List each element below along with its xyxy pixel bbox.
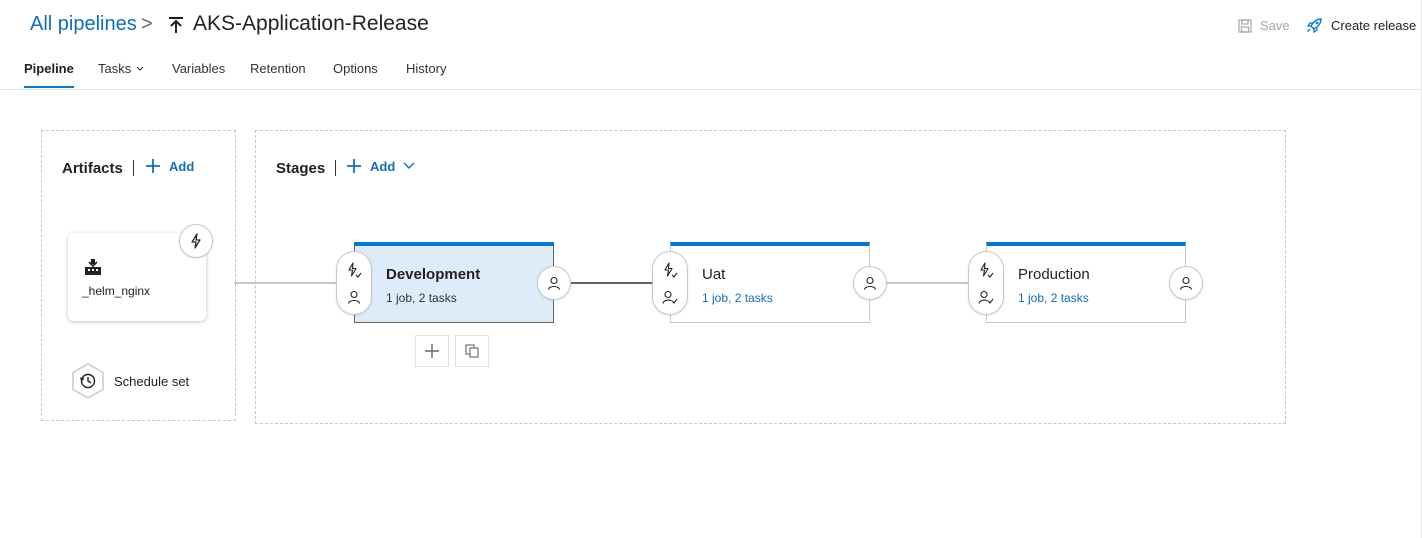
add-stage-after-button[interactable] <box>415 335 449 367</box>
lightning-person-icon <box>348 262 362 278</box>
build-icon <box>85 259 101 275</box>
stage-summary[interactable]: 1 job, 2 tasks <box>702 291 773 305</box>
stages-title: Stages <box>276 160 326 177</box>
create-release-button[interactable]: Create release <box>1306 17 1416 34</box>
stage-summary[interactable]: 1 job, 2 tasks <box>386 291 457 305</box>
pre-deployment-conditions <box>969 252 1003 314</box>
schedule-icon[interactable] <box>70 363 106 399</box>
pre-deployment-conditions <box>337 252 371 314</box>
breadcrumb-separator: > <box>141 13 153 35</box>
plus-icon <box>146 159 160 173</box>
page-title: AKS-Application-Release <box>193 12 429 35</box>
tab-tasks-label: Tasks <box>98 61 132 76</box>
pre-deployment-approvals-button[interactable] <box>347 290 361 304</box>
save-icon <box>1238 18 1252 33</box>
stage-name: Production <box>1018 266 1090 283</box>
tab-history[interactable]: History <box>406 61 446 76</box>
person-icon <box>863 276 877 290</box>
plus-icon <box>425 344 439 358</box>
rocket-icon <box>1306 18 1322 34</box>
stage-name: Uat <box>702 266 726 283</box>
post-deployment-approvals-button[interactable] <box>538 267 570 299</box>
lightning-person-icon <box>664 262 678 278</box>
lightning-icon <box>191 233 201 249</box>
plus-icon <box>347 159 361 173</box>
save-button[interactable]: Save <box>1238 18 1290 33</box>
artifacts-title: Artifacts <box>62 160 123 177</box>
stage-connector <box>570 282 654 284</box>
release-pipeline-icon <box>169 17 183 33</box>
chevron-down-icon <box>136 66 144 71</box>
person-check-icon <box>662 290 678 304</box>
copy-icon <box>465 344 479 358</box>
person-icon <box>1179 276 1193 290</box>
stage-card-uat[interactable]: Uat 1 job, 2 tasks <box>670 242 870 323</box>
person-check-icon <box>978 290 994 304</box>
pre-deployment-trigger-button[interactable] <box>662 262 678 278</box>
post-deployment-approvals-button[interactable] <box>854 267 886 299</box>
active-tab-indicator <box>24 86 74 88</box>
tabs-divider <box>0 89 1422 90</box>
person-icon <box>547 276 561 290</box>
stages-title-divider <box>335 160 336 176</box>
tab-tasks[interactable]: Tasks <box>98 61 144 76</box>
lightning-person-icon <box>980 262 994 278</box>
continuous-deployment-trigger-button[interactable] <box>180 225 212 257</box>
stage-card-development[interactable]: Development 1 job, 2 tasks <box>354 242 554 323</box>
add-artifact-label: Add <box>169 158 195 174</box>
save-label: Save <box>1260 18 1290 33</box>
tab-pipeline[interactable]: Pipeline <box>24 61 74 76</box>
breadcrumb-all-pipelines[interactable]: All pipelines <box>30 13 137 36</box>
tab-options[interactable]: Options <box>333 61 378 76</box>
pre-deployment-approvals-button[interactable] <box>978 290 994 304</box>
artifacts-title-divider <box>133 160 134 176</box>
stage-card-production[interactable]: Production 1 job, 2 tasks <box>986 242 1186 323</box>
tab-retention[interactable]: Retention <box>250 61 306 76</box>
chevron-down-icon <box>403 162 415 169</box>
add-stage-label: Add <box>370 158 396 174</box>
person-icon <box>347 290 361 304</box>
stage-name: Development <box>386 266 481 283</box>
add-stage-button[interactable]: Add <box>346 158 415 174</box>
create-release-label: Create release <box>1331 18 1417 33</box>
add-artifact-button[interactable]: Add <box>145 158 194 174</box>
stage-connector <box>886 282 970 284</box>
clone-stage-button[interactable] <box>455 335 489 367</box>
post-deployment-approvals-button[interactable] <box>1170 267 1202 299</box>
artifact-to-stage-connector <box>234 282 338 284</box>
schedule-set-label[interactable]: Schedule set <box>114 374 189 389</box>
stage-summary[interactable]: 1 job, 2 tasks <box>1018 291 1089 305</box>
tab-variables[interactable]: Variables <box>172 61 225 76</box>
pre-deployment-approvals-button[interactable] <box>662 290 678 304</box>
pre-deployment-trigger-button[interactable] <box>978 262 994 278</box>
pre-deployment-trigger-button[interactable] <box>346 262 362 278</box>
pre-deployment-conditions <box>653 252 687 314</box>
artifact-name: _helm_nginx <box>82 284 151 298</box>
